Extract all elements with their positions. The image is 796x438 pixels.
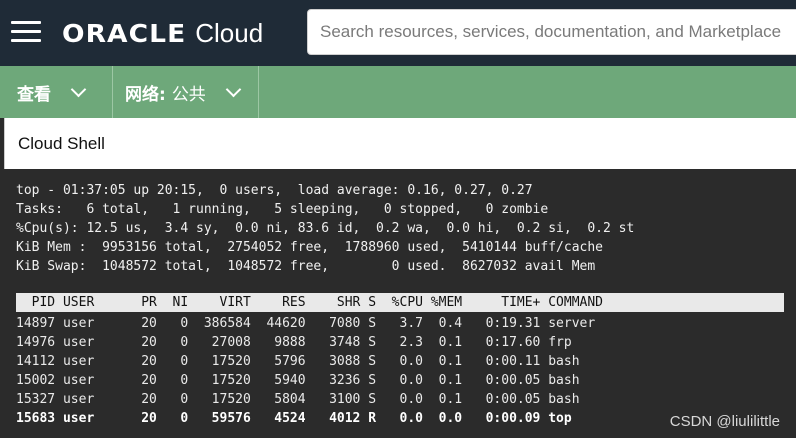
- watermark: CSDN @liulilittle: [669, 413, 780, 430]
- process-row: 14976 user 20 0 27008 9888 3748 S 2.3 0.…: [16, 335, 572, 350]
- top-mem-line: KiB Mem : 9953156 total, 2754052 free, 1…: [16, 240, 603, 255]
- terminal[interactable]: top - 01:37:05 up 20:15, 0 users, load a…: [4, 169, 796, 438]
- hamburger-menu-icon[interactable]: [11, 21, 41, 43]
- hamburger-line: [11, 21, 41, 24]
- search-box[interactable]: [307, 9, 796, 55]
- chevron-down-icon: [225, 81, 242, 97]
- search-input[interactable]: [320, 22, 796, 42]
- process-row: 14112 user 20 0 17520 5796 3088 S 0.0 0.…: [16, 354, 580, 369]
- top-bar: ORACLE Cloud: [0, 0, 796, 66]
- process-row: 15327 user 20 0 17520 5804 3100 S 0.0 0.…: [16, 392, 580, 407]
- cloud-shell-title: Cloud Shell: [18, 134, 105, 153]
- hamburger-line: [11, 30, 41, 33]
- brand-oracle-text: ORACLE: [62, 18, 187, 48]
- top-tasks-line: Tasks: 6 total, 1 running, 5 sleeping, 0…: [16, 202, 549, 217]
- process-table-header: PID USER PR NI VIRT RES SHR S %CPU %MEM …: [16, 293, 784, 312]
- top-uptime-line: top - 01:37:05 up 20:15, 0 users, load a…: [16, 183, 533, 198]
- brand-cloud-text: Cloud: [195, 17, 264, 48]
- process-row: 15683 user 20 0 59576 4524 4012 R 0.0 0.…: [16, 411, 572, 426]
- view-menu-label: 查看: [17, 84, 51, 105]
- oracle-cloud-logo[interactable]: ORACLE Cloud: [62, 15, 263, 51]
- top-cpu-line: %Cpu(s): 12.5 us, 3.4 sy, 0.0 ni, 83.6 i…: [16, 221, 635, 236]
- view-menu-button[interactable]: 查看: [0, 66, 113, 118]
- process-row: 15002 user 20 0 17520 5940 3236 S 0.0 0.…: [16, 373, 580, 388]
- process-row: 14897 user 20 0 386584 44620 7080 S 3.7 …: [16, 316, 596, 331]
- network-menu-value: 公共: [171, 84, 206, 105]
- shell-toolbar: 查看 网络: 公共: [0, 66, 796, 118]
- network-menu-button[interactable]: 网络: 公共: [113, 66, 259, 118]
- cloud-shell-header: Cloud Shell: [4, 118, 796, 169]
- chevron-down-icon: [70, 81, 87, 97]
- top-swap-line: KiB Swap: 1048572 total, 1048572 free, 0…: [16, 259, 596, 274]
- network-menu-label: 网络:: [125, 84, 166, 105]
- hamburger-line: [11, 39, 41, 42]
